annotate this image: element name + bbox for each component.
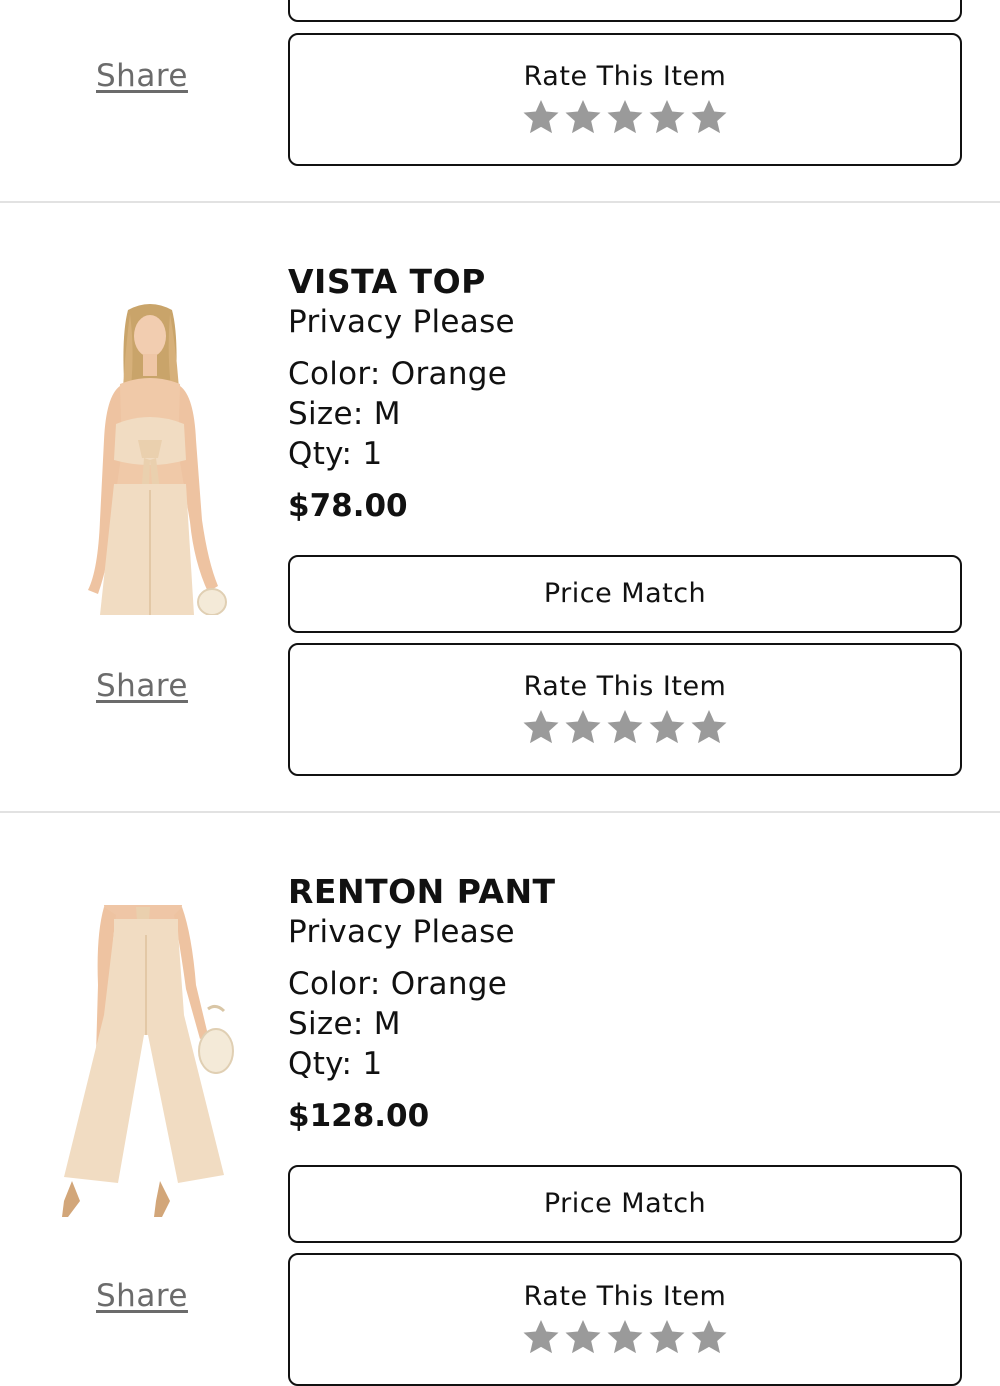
product-size: Size: M (288, 1006, 401, 1042)
product-brand[interactable]: Privacy Please (288, 304, 515, 340)
rate-item-button[interactable]: Rate This Item (288, 1253, 962, 1386)
product-image-vista-top[interactable] (70, 300, 230, 616)
star-icon[interactable] (689, 97, 729, 137)
product-size: Size: M (288, 396, 401, 432)
price-match-label: Price Match (543, 1188, 707, 1219)
star-icon[interactable] (647, 1317, 687, 1357)
share-link[interactable]: Share (96, 58, 188, 94)
rate-item-button[interactable]: Rate This Item (288, 643, 962, 776)
star-icon[interactable] (647, 707, 687, 747)
star-icon[interactable] (647, 97, 687, 137)
star-icon[interactable] (521, 1317, 561, 1357)
product-qty: Qty: 1 (288, 1046, 383, 1082)
price-match-label: Price Match (543, 578, 707, 609)
star-icon[interactable] (563, 97, 603, 137)
rate-item-label: Rate This Item (523, 61, 727, 92)
star-icon[interactable] (689, 1317, 729, 1357)
product-qty: Qty: 1 (288, 436, 383, 472)
star-icon[interactable] (605, 707, 645, 747)
star-icon[interactable] (605, 1317, 645, 1357)
star-icon[interactable] (689, 707, 729, 747)
item-divider (0, 811, 1000, 813)
product-image-renton-pant[interactable] (58, 905, 238, 1225)
rate-item-label: Rate This Item (523, 671, 727, 702)
product-brand[interactable]: Privacy Please (288, 914, 515, 950)
star-icon[interactable] (521, 97, 561, 137)
star-rating[interactable] (290, 1317, 960, 1357)
product-price: $78.00 (288, 488, 408, 524)
product-name[interactable]: VISTA TOP (288, 262, 486, 301)
share-link[interactable]: Share (96, 668, 188, 704)
item-divider (0, 201, 1000, 203)
product-color: Color: Orange (288, 356, 508, 392)
star-icon[interactable] (563, 1317, 603, 1357)
star-icon[interactable] (521, 707, 561, 747)
star-rating[interactable] (290, 707, 960, 747)
product-color: Color: Orange (288, 966, 508, 1002)
rate-item-label: Rate This Item (523, 1281, 727, 1312)
share-link[interactable]: Share (96, 1278, 188, 1314)
rate-item-button[interactable]: Rate This Item (288, 33, 962, 166)
price-match-button[interactable]: Price Match (288, 1165, 962, 1243)
star-icon[interactable] (563, 707, 603, 747)
product-price: $128.00 (288, 1098, 430, 1134)
price-match-button[interactable]: Price Match (288, 555, 962, 633)
product-name[interactable]: RENTON PANT (288, 872, 556, 911)
star-rating[interactable] (290, 97, 960, 137)
star-icon[interactable] (605, 97, 645, 137)
price-match-button-previous[interactable] (288, 0, 962, 22)
